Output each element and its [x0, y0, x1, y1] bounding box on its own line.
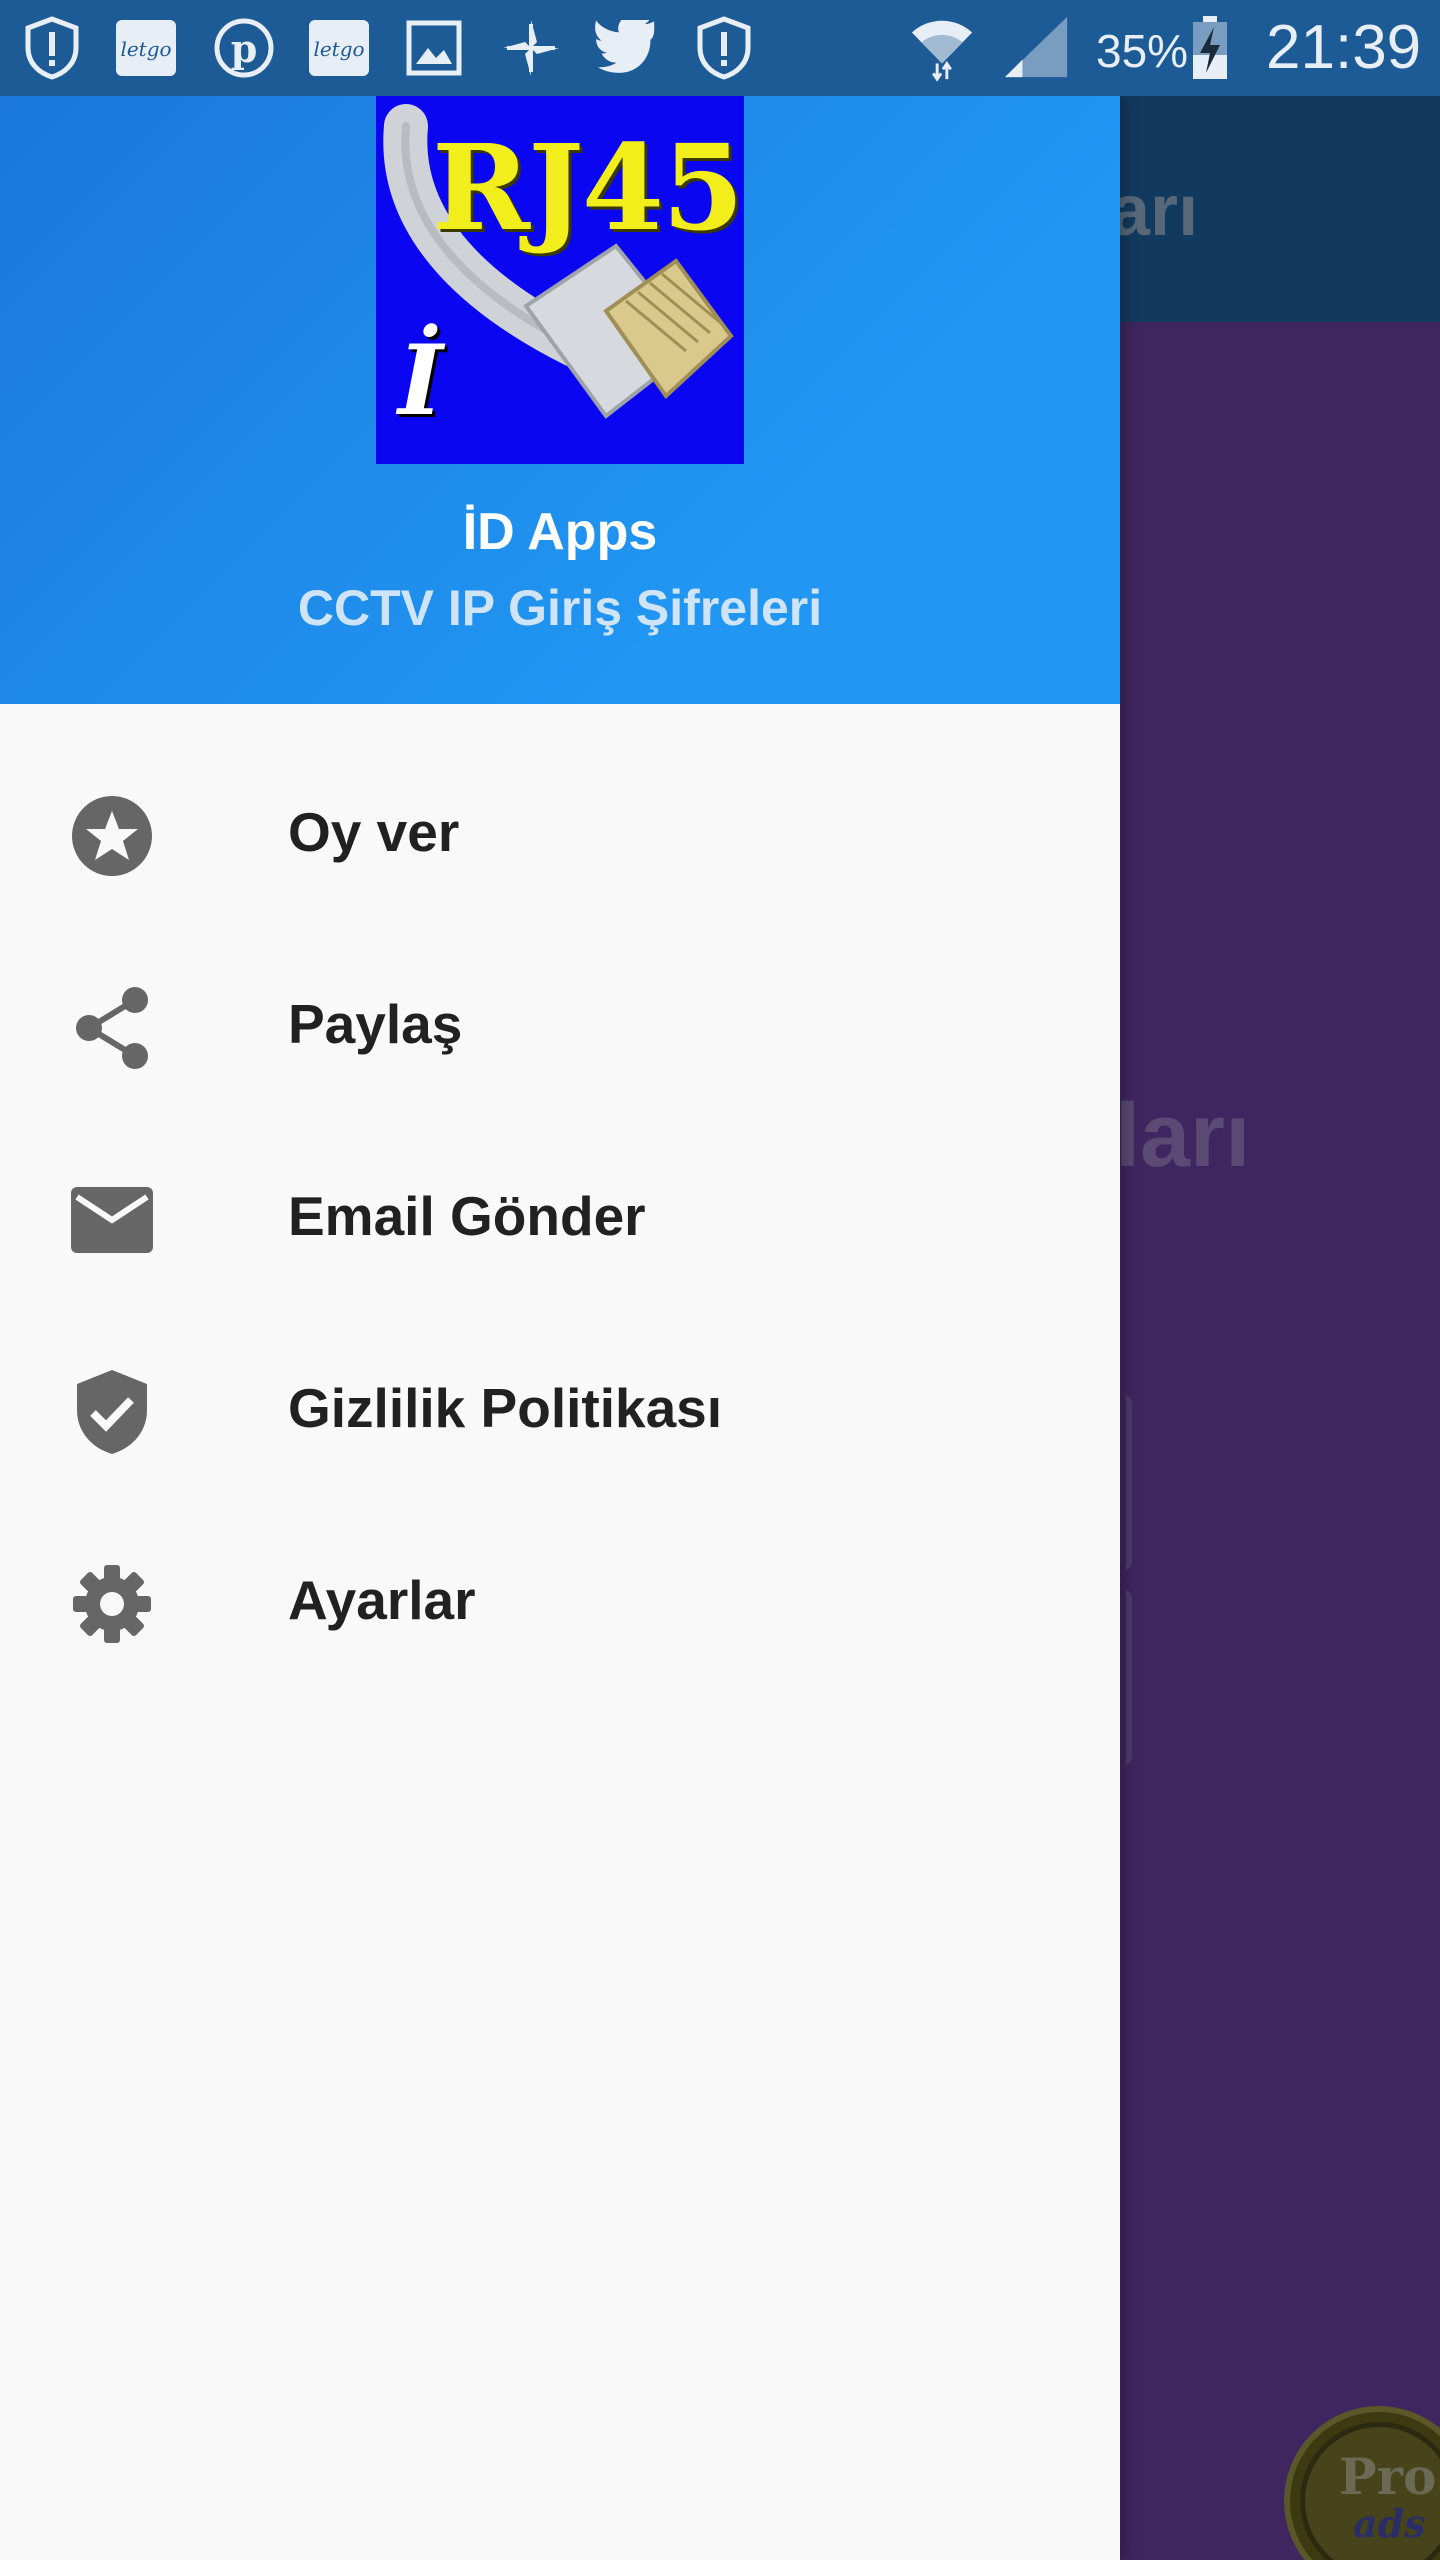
email-icon — [68, 1176, 156, 1264]
svg-text:p: p — [231, 26, 258, 71]
share-icon — [68, 984, 156, 1072]
status-bar: letgo p letgo 35% 21:39 — [0, 0, 1440, 96]
gear-icon — [68, 1560, 156, 1648]
navigation-drawer: RJ45 İ İD Apps CCTV IP Giriş Şifreleri O… — [0, 96, 1120, 2560]
menu-item-label: Ayarlar — [288, 1569, 476, 1631]
twitter-icon — [592, 14, 660, 82]
logo-letter: İ — [398, 324, 443, 437]
svg-text:letgo: letgo — [120, 37, 171, 61]
image-icon — [400, 14, 468, 82]
pinwheel-icon — [497, 14, 565, 82]
menu-item-settings[interactable]: Ayarlar — [0, 1504, 1120, 1696]
menu-item-email[interactable]: Email Gönder — [0, 1120, 1120, 1312]
battery-percent: 35% — [1096, 25, 1189, 77]
status-time: 21:39 — [1266, 13, 1422, 82]
pinterest-icon: p — [210, 14, 278, 82]
svg-text:letgo: letgo — [313, 37, 364, 61]
pro-ads-badge: Pro ads — [1300, 2422, 1440, 2560]
alert-shield-icon — [18, 14, 86, 82]
menu-item-privacy-policy[interactable]: Gizlilik Politikası — [0, 1312, 1120, 1504]
letgo-icon: letgo — [112, 14, 180, 82]
app-logo: RJ45 İ — [376, 96, 744, 464]
star-circle-icon — [68, 792, 156, 880]
pro-ads-label: Pro — [1339, 2447, 1437, 2506]
letgo-icon: letgo — [305, 14, 373, 82]
menu-item-label: Gizlilik Politikası — [288, 1377, 723, 1439]
alert-shield-icon — [690, 14, 758, 82]
menu-item-share[interactable]: Paylaş — [0, 928, 1120, 1120]
menu-item-label: Email Gönder — [288, 1185, 646, 1247]
wifi-icon — [908, 14, 976, 82]
screen: arı ları Pro ads letgo p letgo 35% 21:39… — [0, 0, 1440, 2560]
logo-title: RJ45 — [432, 118, 744, 257]
drawer-menu: Oy ver Paylaş Email Gönder Gizlilik Poli… — [0, 736, 1120, 1696]
pro-ads-button[interactable]: Pro ads — [1284, 2406, 1440, 2560]
battery-charging-icon — [1186, 14, 1234, 82]
background-heading: ları — [1115, 1086, 1251, 1186]
background-app-title: arı — [1110, 171, 1199, 251]
app-subtitle: CCTV IP Giriş Şifreleri — [297, 580, 823, 636]
drawer-header: RJ45 İ İD Apps CCTV IP Giriş Şifreleri — [0, 96, 1120, 704]
cell-signal-icon — [1003, 14, 1071, 82]
shield-check-icon — [68, 1368, 156, 1456]
pro-ads-sublabel: ads — [1353, 2501, 1426, 2546]
menu-item-label: Oy ver — [288, 801, 460, 863]
menu-item-label: Paylaş — [288, 993, 463, 1055]
app-name: İD Apps — [462, 503, 658, 561]
menu-item-rate[interactable]: Oy ver — [0, 736, 1120, 928]
